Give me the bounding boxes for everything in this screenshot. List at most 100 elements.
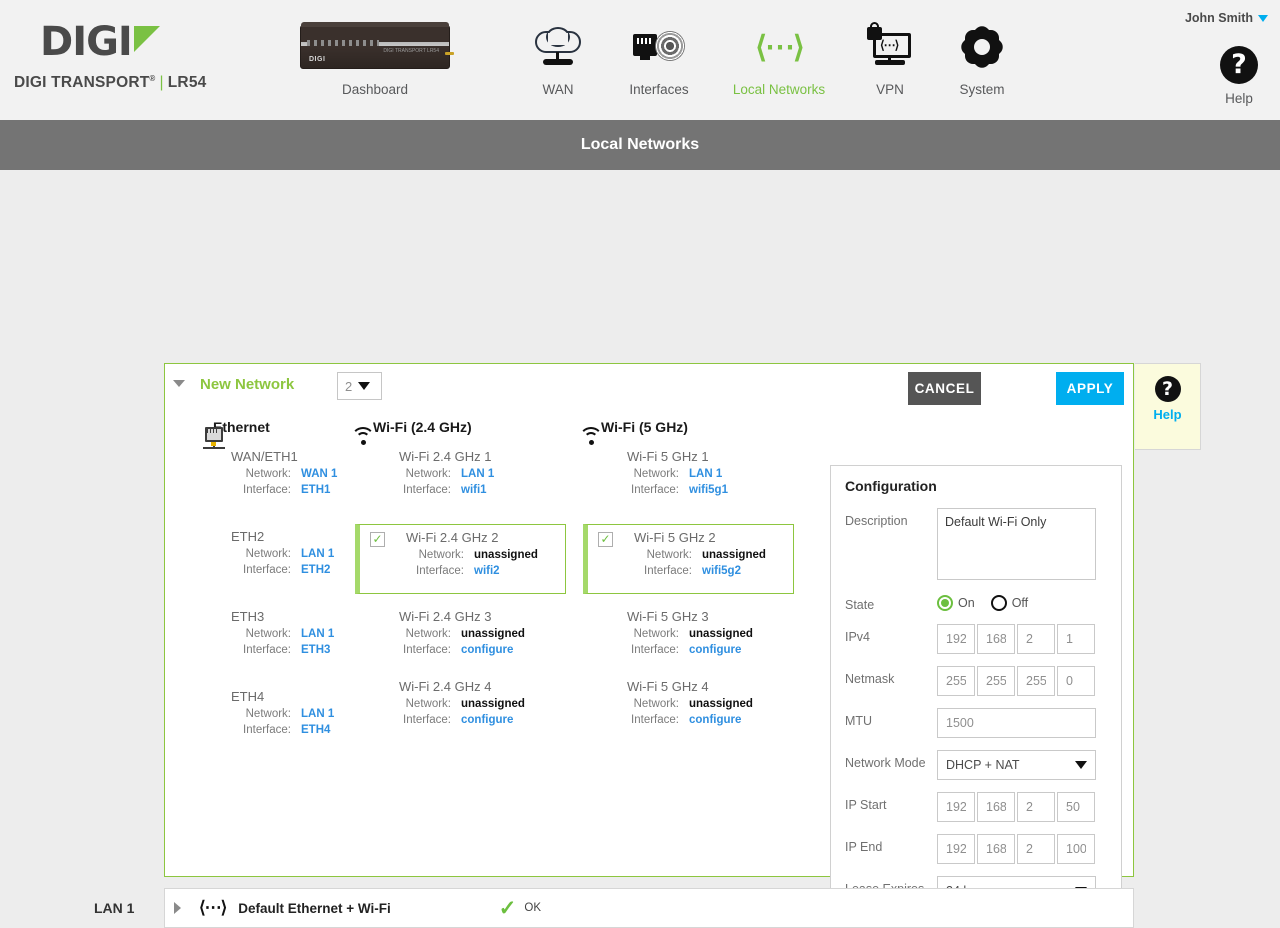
ipv4-octet-2[interactable] <box>977 624 1015 654</box>
interface-checkbox[interactable]: ✓ <box>370 532 385 547</box>
monitor-lock-icon: ⟨⋯⟩ <box>844 18 936 76</box>
interface-value[interactable]: configure <box>689 712 741 728</box>
interface-row[interactable]: Wi-Fi 2.4 GHz 4 Network: unassigned Inter… <box>361 674 576 754</box>
network-nodes-icon: ⟨⋯⟩ <box>199 898 227 917</box>
ethernet-jack-signal-icon <box>604 18 714 76</box>
nav-item-local-networks[interactable]: ⟨⋯⟩ Local Networks <box>714 18 844 98</box>
interface-row[interactable]: Wi-Fi 5 GHz 3 Network: unassigned Interfa… <box>589 594 804 674</box>
radio-on-indicator <box>937 595 953 611</box>
ip-start-octet-4[interactable] <box>1057 792 1095 822</box>
apply-button[interactable]: APPLY <box>1056 372 1124 405</box>
ip-start-octet-2[interactable] <box>977 792 1015 822</box>
ip-start-label: IP Start <box>845 798 887 812</box>
network-value[interactable]: LAN 1 <box>301 706 334 722</box>
network-label: Network: <box>418 549 464 561</box>
interface-label: Interface: <box>403 644 451 656</box>
interface-value[interactable]: ETH3 <box>301 642 330 658</box>
expand-triangle-icon[interactable] <box>174 902 181 914</box>
router-device-icon: DIGI DIGI TRANSPORT LR54 <box>300 18 454 76</box>
network-label: Network: <box>245 708 291 720</box>
interface-row[interactable]: Wi-Fi 2.4 GHz 1 Network: LAN 1 Interface:… <box>361 444 576 524</box>
page-title-bar: Local Networks <box>0 120 1280 170</box>
interface-row-selected[interactable]: ✓ Wi-Fi 5 GHz 2 Network: unassigned Inter… <box>583 524 794 594</box>
configuration-panel: Configuration Description State On <box>830 465 1122 907</box>
main-content: ? Help New Network 2 CANCEL APPLY Ethern… <box>0 170 1280 928</box>
lan-status-text: OK <box>524 902 542 914</box>
state-radio-off[interactable]: Off <box>990 595 1028 611</box>
interface-name: Wi-Fi 5 GHz 2 <box>634 530 716 545</box>
interface-value[interactable]: configure <box>461 642 513 658</box>
network-value[interactable]: LAN 1 <box>689 466 722 482</box>
netmask-octet-4[interactable] <box>1057 666 1095 696</box>
ipv4-octet-1[interactable] <box>937 624 975 654</box>
ip-end-octet-1[interactable] <box>937 834 975 864</box>
new-network-panel: New Network 2 CANCEL APPLY Ethernet WAN/… <box>164 363 1134 907</box>
check-icon: ✓ <box>498 896 517 920</box>
network-value[interactable]: LAN 1 <box>461 466 494 482</box>
nav-label-local-networks: Local Networks <box>732 82 826 97</box>
interface-value[interactable]: wifi5g2 <box>702 563 741 579</box>
interface-value[interactable]: ETH4 <box>301 722 330 738</box>
network-mode-value: DHCP + NAT <box>946 758 1020 772</box>
collapse-triangle-icon[interactable] <box>173 380 185 387</box>
network-label: Network: <box>405 468 451 480</box>
cancel-button[interactable]: CANCEL <box>908 372 981 405</box>
description-input[interactable] <box>937 508 1096 580</box>
interface-value[interactable]: wifi1 <box>461 482 487 498</box>
user-name: John Smith <box>1184 11 1253 25</box>
mtu-label: MTU <box>845 714 873 728</box>
header-help-label: Help <box>1225 91 1253 106</box>
header-help-button[interactable]: ? Help <box>1220 46 1258 106</box>
product-line-text: DIGI TRANSPORT <box>14 74 150 92</box>
network-value[interactable]: WAN 1 <box>301 466 337 482</box>
nav-item-vpn[interactable]: ⟨⋯⟩ VPN <box>844 18 936 97</box>
interface-value[interactable]: wifi2 <box>474 563 500 579</box>
interface-value[interactable]: ETH1 <box>301 482 330 498</box>
netmask-octet-1[interactable] <box>937 666 975 696</box>
interface-value[interactable]: configure <box>461 712 513 728</box>
network-value[interactable]: LAN 1 <box>301 546 334 562</box>
nav-item-system[interactable]: System <box>936 18 1028 97</box>
mtu-input[interactable] <box>937 708 1096 738</box>
interface-row[interactable]: Wi-Fi 5 GHz 1 Network: LAN 1 Interface: wi… <box>589 444 804 524</box>
nav-item-interfaces[interactable]: Interfaces <box>604 18 714 97</box>
interface-value[interactable]: configure <box>689 642 741 658</box>
chevron-down-icon <box>1258 15 1268 22</box>
interface-row[interactable]: Wi-Fi 5 GHz 4 Network: unassigned Interfa… <box>589 674 804 754</box>
network-count-dropdown[interactable]: 2 <box>337 372 382 400</box>
user-menu[interactable]: John Smith <box>1185 11 1268 25</box>
interface-name: Wi-Fi 5 GHz 4 <box>627 679 709 694</box>
ip-start-octet-3[interactable] <box>1017 792 1055 822</box>
netmask-octet-2[interactable] <box>977 666 1015 696</box>
nav-item-dashboard[interactable]: DIGI DIGI TRANSPORT LR54 Dashboard <box>300 18 454 97</box>
lan-network-card[interactable]: ⟨⋯⟩ Default Ethernet + Wi-Fi ✓ OK <box>164 888 1134 928</box>
green-triangle-icon <box>133 26 160 52</box>
interface-label: Interface: <box>416 565 464 577</box>
interface-row-selected[interactable]: ✓ Wi-Fi 2.4 GHz 2 Network: unassigned Int… <box>355 524 566 594</box>
interface-name: Wi-Fi 2.4 GHz 4 <box>399 679 492 694</box>
ip-start-octet-1[interactable] <box>937 792 975 822</box>
app-header: DIGI DIGI TRANSPORT® | LR54 John Smith DIG… <box>0 0 1280 120</box>
nav-label-vpn: VPN <box>876 82 904 97</box>
question-mark-icon: ? <box>1154 376 1181 402</box>
interface-value[interactable]: ETH2 <box>301 562 330 578</box>
state-radio-on[interactable]: On <box>937 595 975 611</box>
ipv4-octet-4[interactable] <box>1057 624 1095 654</box>
ip-end-octet-4[interactable] <box>1057 834 1095 864</box>
interface-checkbox[interactable]: ✓ <box>598 532 613 547</box>
ip-end-octet-2[interactable] <box>977 834 1015 864</box>
side-help-tab[interactable]: ? Help <box>1135 363 1201 450</box>
cloud-icon <box>512 18 604 76</box>
ipv4-octet-3[interactable] <box>1017 624 1055 654</box>
page-title: Local Networks <box>580 136 700 153</box>
network-value[interactable]: LAN 1 <box>301 626 334 642</box>
column-title-wifi-5: Wi-Fi (5 GHz) <box>601 419 688 435</box>
interface-row[interactable]: Wi-Fi 2.4 GHz 3 Network: unassigned Inter… <box>361 594 576 674</box>
nav-item-wan[interactable]: WAN <box>512 18 604 97</box>
ip-end-octet-3[interactable] <box>1017 834 1055 864</box>
network-value: unassigned <box>689 698 753 710</box>
network-mode-dropdown[interactable]: DHCP + NAT <box>937 750 1096 780</box>
netmask-octet-3[interactable] <box>1017 666 1055 696</box>
lan-row-wrapper: LAN 1 ⟨⋯⟩ Default Ethernet + Wi-Fi ✓ OK <box>94 888 1134 928</box>
interface-value[interactable]: wifi5g1 <box>689 482 728 498</box>
